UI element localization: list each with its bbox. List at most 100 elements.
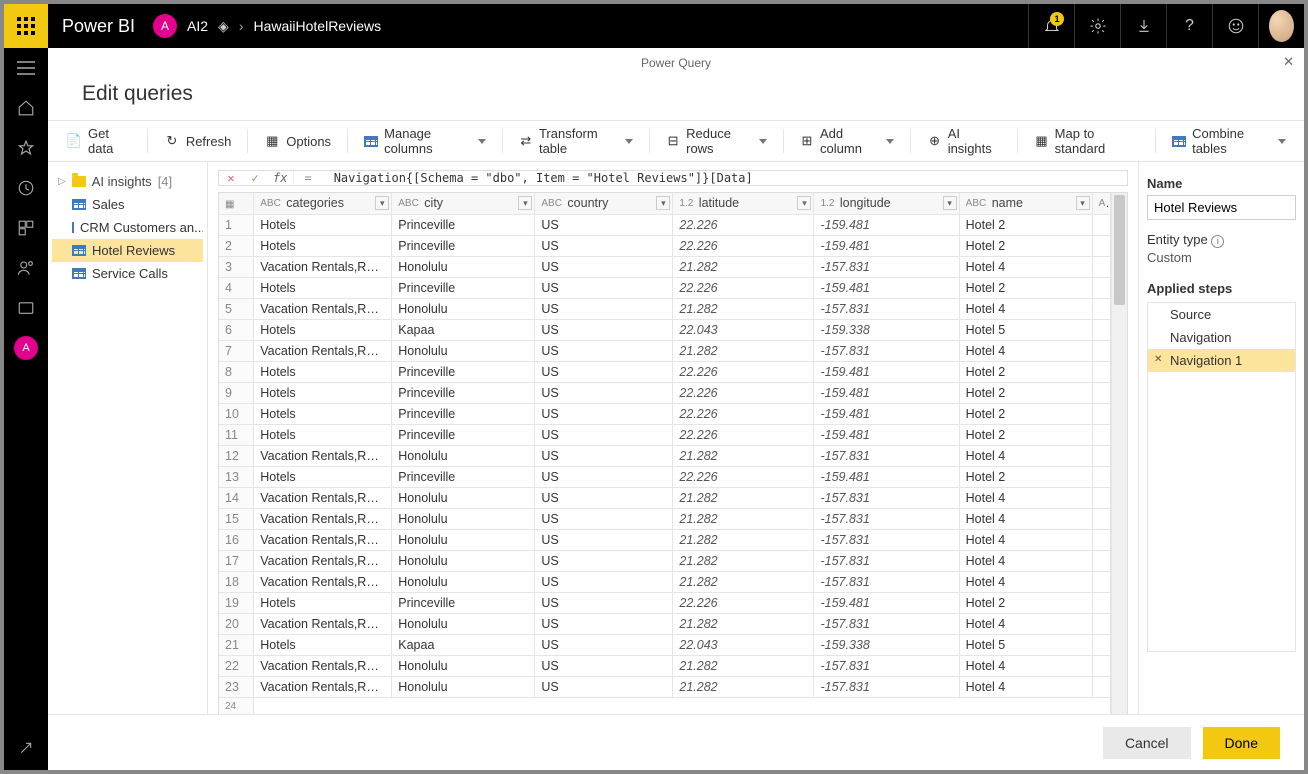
cell-city[interactable]: Honolulu <box>392 655 535 676</box>
cell-categories[interactable]: Hotels <box>254 466 392 487</box>
cell-name[interactable]: Hotel 2 <box>959 592 1092 613</box>
cell-latitude[interactable]: 21.282 <box>673 445 814 466</box>
cell-categories[interactable]: Hotels <box>254 214 392 235</box>
cell-longitude[interactable]: -157.831 <box>814 298 959 319</box>
cell-categories[interactable]: Vacation Rentals,Resorts &... <box>254 550 392 571</box>
cell-country[interactable]: US <box>535 424 673 445</box>
table-row[interactable]: 17Vacation Rentals,Resorts &...HonoluluU… <box>219 550 1111 571</box>
cell-name[interactable]: Hotel 4 <box>959 298 1092 319</box>
cell-name[interactable]: Hotel 4 <box>959 676 1092 697</box>
cell-country[interactable]: US <box>535 277 673 298</box>
cell-name[interactable]: Hotel 4 <box>959 550 1092 571</box>
column-header[interactable]: 1.2 latitude▾ <box>673 193 814 214</box>
close-icon[interactable]: ✕ <box>1283 54 1294 70</box>
tree-expand-icon[interactable]: ▷ <box>58 176 66 187</box>
cell-categories[interactable]: Vacation Rentals,Resorts &... <box>254 676 392 697</box>
table-row[interactable]: 3Vacation Rentals,Resorts &...HonoluluUS… <box>219 256 1111 277</box>
feedback-smile-icon[interactable] <box>1212 4 1258 48</box>
cell-city[interactable]: Honolulu <box>392 529 535 550</box>
cell-name[interactable]: Hotel 4 <box>959 256 1092 277</box>
cell-latitude[interactable]: 22.226 <box>673 382 814 403</box>
cell-name[interactable]: Hotel 2 <box>959 214 1092 235</box>
cell-latitude[interactable]: 21.282 <box>673 256 814 277</box>
column-header[interactable]: ABC name▾ <box>959 193 1092 214</box>
cell-latitude[interactable]: 21.282 <box>673 487 814 508</box>
manage-columns-button[interactable]: Manage columns <box>356 122 494 160</box>
column-menu-icon[interactable]: ▾ <box>656 196 670 210</box>
cell-latitude[interactable]: 21.282 <box>673 340 814 361</box>
table-row[interactable]: 2HotelsPrincevilleUS22.226-159.481Hotel … <box>219 235 1111 256</box>
cell-name[interactable]: Hotel 4 <box>959 613 1092 634</box>
cell-categories[interactable]: Hotels <box>254 592 392 613</box>
formula-bar[interactable]: ✕ ✓ fx = Navigation{[Schema = "dbo", Ite… <box>218 170 1128 186</box>
cell-name[interactable]: Hotel 2 <box>959 424 1092 445</box>
cell-latitude[interactable]: 21.282 <box>673 550 814 571</box>
table-row[interactable]: 6HotelsKapaaUS22.043-159.338Hotel 5 <box>219 319 1111 340</box>
table-row[interactable]: 1HotelsPrincevilleUS22.226-159.481Hotel … <box>219 214 1111 235</box>
cell-country[interactable]: US <box>535 550 673 571</box>
cell-longitude[interactable]: -157.831 <box>814 676 959 697</box>
table-row[interactable]: 16Vacation Rentals,Resorts &...HonoluluU… <box>219 529 1111 550</box>
cell-city[interactable]: Honolulu <box>392 571 535 592</box>
cell-latitude[interactable]: 22.043 <box>673 319 814 340</box>
cell-categories[interactable]: Vacation Rentals,Resorts &... <box>254 340 392 361</box>
user-avatar[interactable] <box>1258 4 1304 48</box>
cell-longitude[interactable]: -157.831 <box>814 571 959 592</box>
cell-country[interactable]: US <box>535 655 673 676</box>
cell-categories[interactable]: Hotels <box>254 424 392 445</box>
cell-categories[interactable]: Vacation Rentals,Resorts &... <box>254 487 392 508</box>
cell-city[interactable]: Princeville <box>392 592 535 613</box>
cell-country[interactable]: US <box>535 487 673 508</box>
formula-text[interactable]: Navigation{[Schema = "dbo", Item = "Hote… <box>322 171 753 185</box>
fx-icon[interactable]: fx <box>267 171 294 185</box>
cell-longitude[interactable]: -157.831 <box>814 508 959 529</box>
confirm-formula-icon[interactable]: ✓ <box>243 171 267 185</box>
table-row[interactable]: 23Vacation Rentals,Resorts &...HonoluluU… <box>219 676 1111 697</box>
home-icon[interactable] <box>14 96 38 120</box>
cell-longitude[interactable]: -157.831 <box>814 613 959 634</box>
refresh-button[interactable]: ↻Refresh <box>156 129 240 153</box>
cell-latitude[interactable]: 21.282 <box>673 571 814 592</box>
cell-longitude[interactable]: -159.481 <box>814 424 959 445</box>
cell-city[interactable]: Honolulu <box>392 487 535 508</box>
table-row[interactable]: 22Vacation Rentals,Resorts &...HonoluluU… <box>219 655 1111 676</box>
table-row[interactable]: 10HotelsPrincevilleUS22.226-159.481Hotel… <box>219 403 1111 424</box>
query-item[interactable]: Hotel Reviews <box>52 239 203 262</box>
cell-categories[interactable]: Hotels <box>254 319 392 340</box>
cell-city[interactable]: Honolulu <box>392 445 535 466</box>
recent-clock-icon[interactable] <box>14 176 38 200</box>
cell-country[interactable]: US <box>535 466 673 487</box>
ai-insights-button[interactable]: ⊕AI insights <box>919 122 1009 160</box>
info-icon[interactable]: i <box>1211 235 1224 248</box>
cell-city[interactable]: Honolulu <box>392 298 535 319</box>
transform-table-button[interactable]: ⇄Transform table <box>511 122 641 160</box>
cell-longitude[interactable]: -157.831 <box>814 340 959 361</box>
cell-city[interactable]: Honolulu <box>392 676 535 697</box>
cell-categories[interactable]: Hotels <box>254 235 392 256</box>
vertical-scrollbar[interactable]: ▾ <box>1111 193 1127 714</box>
cell-country[interactable]: US <box>535 571 673 592</box>
cell-longitude[interactable]: -159.481 <box>814 592 959 613</box>
cell-latitude[interactable]: 22.226 <box>673 235 814 256</box>
table-row[interactable]: 20Vacation Rentals,Resorts &...HonoluluU… <box>219 613 1111 634</box>
cell-longitude[interactable]: -159.481 <box>814 403 959 424</box>
cancel-button[interactable]: Cancel <box>1103 727 1191 759</box>
cell-city[interactable]: Princeville <box>392 403 535 424</box>
table-row[interactable]: 14Vacation Rentals,Resorts &...HonoluluU… <box>219 487 1111 508</box>
cell-longitude[interactable]: -159.481 <box>814 361 959 382</box>
cell-name[interactable]: Hotel 4 <box>959 571 1092 592</box>
download-icon[interactable] <box>1120 4 1166 48</box>
cell-latitude[interactable]: 22.226 <box>673 214 814 235</box>
cell-country[interactable]: US <box>535 508 673 529</box>
cell-country[interactable]: US <box>535 592 673 613</box>
table-row[interactable]: 15Vacation Rentals,Resorts &...HonoluluU… <box>219 508 1111 529</box>
cell-longitude[interactable]: -157.831 <box>814 256 959 277</box>
cell-longitude[interactable]: -159.481 <box>814 235 959 256</box>
cell-city[interactable]: Princeville <box>392 235 535 256</box>
cell-city[interactable]: Princeville <box>392 424 535 445</box>
cell-country[interactable]: US <box>535 235 673 256</box>
cancel-formula-icon[interactable]: ✕ <box>219 171 243 185</box>
row-header-corner[interactable]: ▦ <box>219 193 254 214</box>
workspace-avatar[interactable]: A <box>153 14 177 38</box>
cell-longitude[interactable]: -157.831 <box>814 529 959 550</box>
